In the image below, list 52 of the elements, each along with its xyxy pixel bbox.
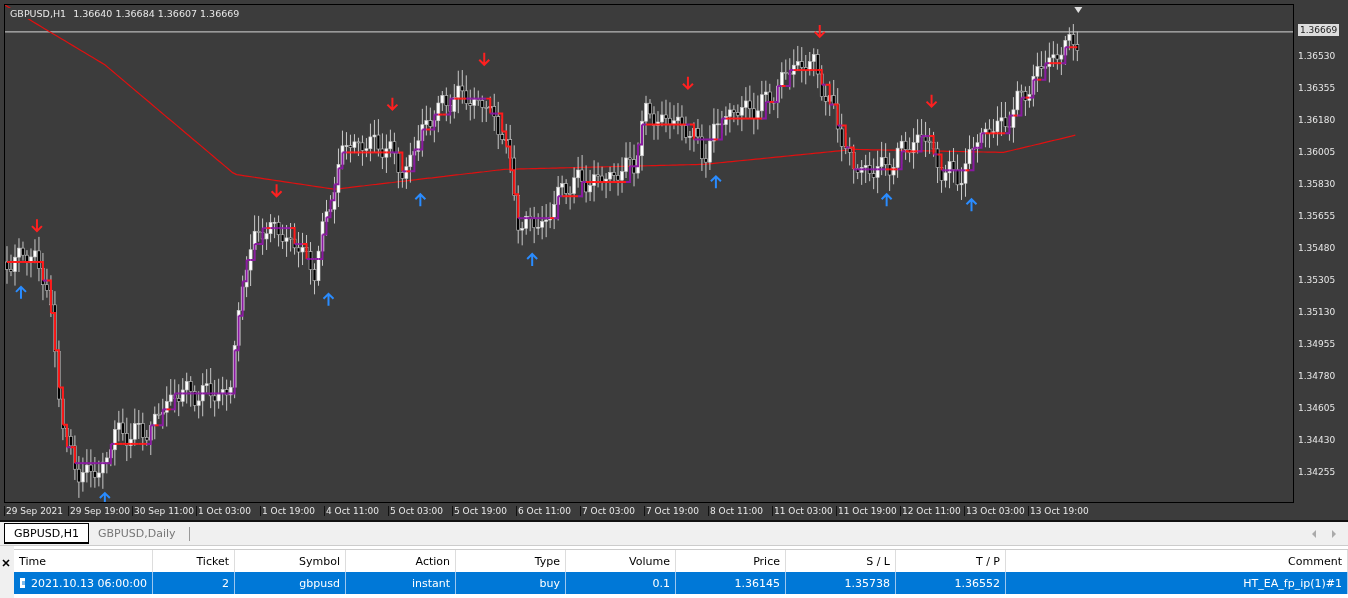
time-axis-label: 4 Oct 11:00 bbox=[324, 506, 388, 516]
table-cell: 0.1 bbox=[652, 576, 670, 590]
table-cell: 1.36145 bbox=[734, 576, 780, 590]
time-axis-label: 13 Oct 19:00 bbox=[1028, 506, 1092, 516]
chart-tab[interactable]: GBPUSD,H1 bbox=[4, 523, 89, 544]
scroll-left-icon[interactable] bbox=[1310, 529, 1318, 539]
time-axis-label: 1 Oct 19:00 bbox=[260, 506, 324, 516]
table-cell: 1.36552 bbox=[954, 576, 1000, 590]
scroll-right-icon[interactable] bbox=[1330, 529, 1338, 539]
price-axis-label: 1.34605 bbox=[1298, 402, 1336, 414]
table-cell: HT_EA_fp_ip(1)#1 bbox=[1243, 576, 1342, 590]
price-axis-label: 1.34430 bbox=[1298, 434, 1336, 446]
price-axis-label: 1.36355 bbox=[1298, 82, 1336, 94]
time-axis-label: 12 Oct 11:00 bbox=[900, 506, 964, 516]
price-axis-label: 1.35655 bbox=[1298, 210, 1336, 222]
time-axis-label: 7 Oct 19:00 bbox=[644, 506, 708, 516]
time-axis-label: 30 Sep 11:00 bbox=[132, 506, 196, 516]
price-axis-label: 1.35830 bbox=[1298, 178, 1336, 190]
table-cell: 2021.10.13 06:00:00 bbox=[31, 576, 147, 590]
time-axis-label: 11 Oct 19:00 bbox=[836, 506, 900, 516]
chart-symbol: GBPUSD,H1 bbox=[10, 8, 67, 19]
time-axis-label: 29 Sep 2021 bbox=[4, 506, 68, 516]
price-axis-label: 1.34255 bbox=[1298, 466, 1336, 478]
table-cell: 2 bbox=[222, 576, 229, 590]
price-axis-label: 1.36005 bbox=[1298, 146, 1336, 158]
time-axis-label: 5 Oct 03:00 bbox=[388, 506, 452, 516]
time-axis-label: 8 Oct 11:00 bbox=[708, 506, 772, 516]
document-icon bbox=[19, 577, 26, 589]
shift-marker-icon bbox=[1074, 7, 1083, 13]
table-row[interactable]: 2021.10.13 06:00:00 2 gbpusd instant buy 0.1 1.36145 1.35738 1.36552 HT_EA_fp_ip(1)#1 bbox=[14, 572, 1348, 594]
price-axis-label: 1.35305 bbox=[1298, 274, 1336, 286]
chart-quotes: 1.36640 1.36684 1.36607 1.36669 bbox=[73, 8, 240, 19]
time-axis-label: 5 Oct 19:00 bbox=[452, 506, 516, 516]
price-axis-label: 1.36180 bbox=[1298, 114, 1336, 126]
time-axis-label: 1 Oct 03:00 bbox=[196, 506, 260, 516]
close-icon[interactable] bbox=[2, 559, 10, 567]
table-cell: gbpusd bbox=[299, 576, 340, 590]
time-axis-label: 29 Sep 19:00 bbox=[68, 506, 132, 516]
price-axis-label: 1.35130 bbox=[1298, 306, 1336, 318]
time-axis-label: 13 Oct 03:00 bbox=[964, 506, 1028, 516]
table-cell: buy bbox=[539, 576, 560, 590]
table-cell: 1.35738 bbox=[844, 576, 890, 590]
price-axis-label: 1.35480 bbox=[1298, 242, 1336, 254]
time-axis-label: 11 Oct 03:00 bbox=[772, 506, 836, 516]
price-axis-label: 1.34955 bbox=[1298, 338, 1336, 350]
price-axis-label: 1.34780 bbox=[1298, 370, 1336, 382]
price-axis-label: 1.36530 bbox=[1298, 50, 1336, 62]
chart-tab[interactable]: GBPUSD,Daily bbox=[89, 523, 185, 544]
current-price-tag: 1.36669 bbox=[1298, 24, 1340, 36]
time-axis-label: 6 Oct 11:00 bbox=[516, 506, 580, 516]
table-cell: instant bbox=[411, 576, 450, 590]
time-axis-label: 7 Oct 03:00 bbox=[580, 506, 644, 516]
